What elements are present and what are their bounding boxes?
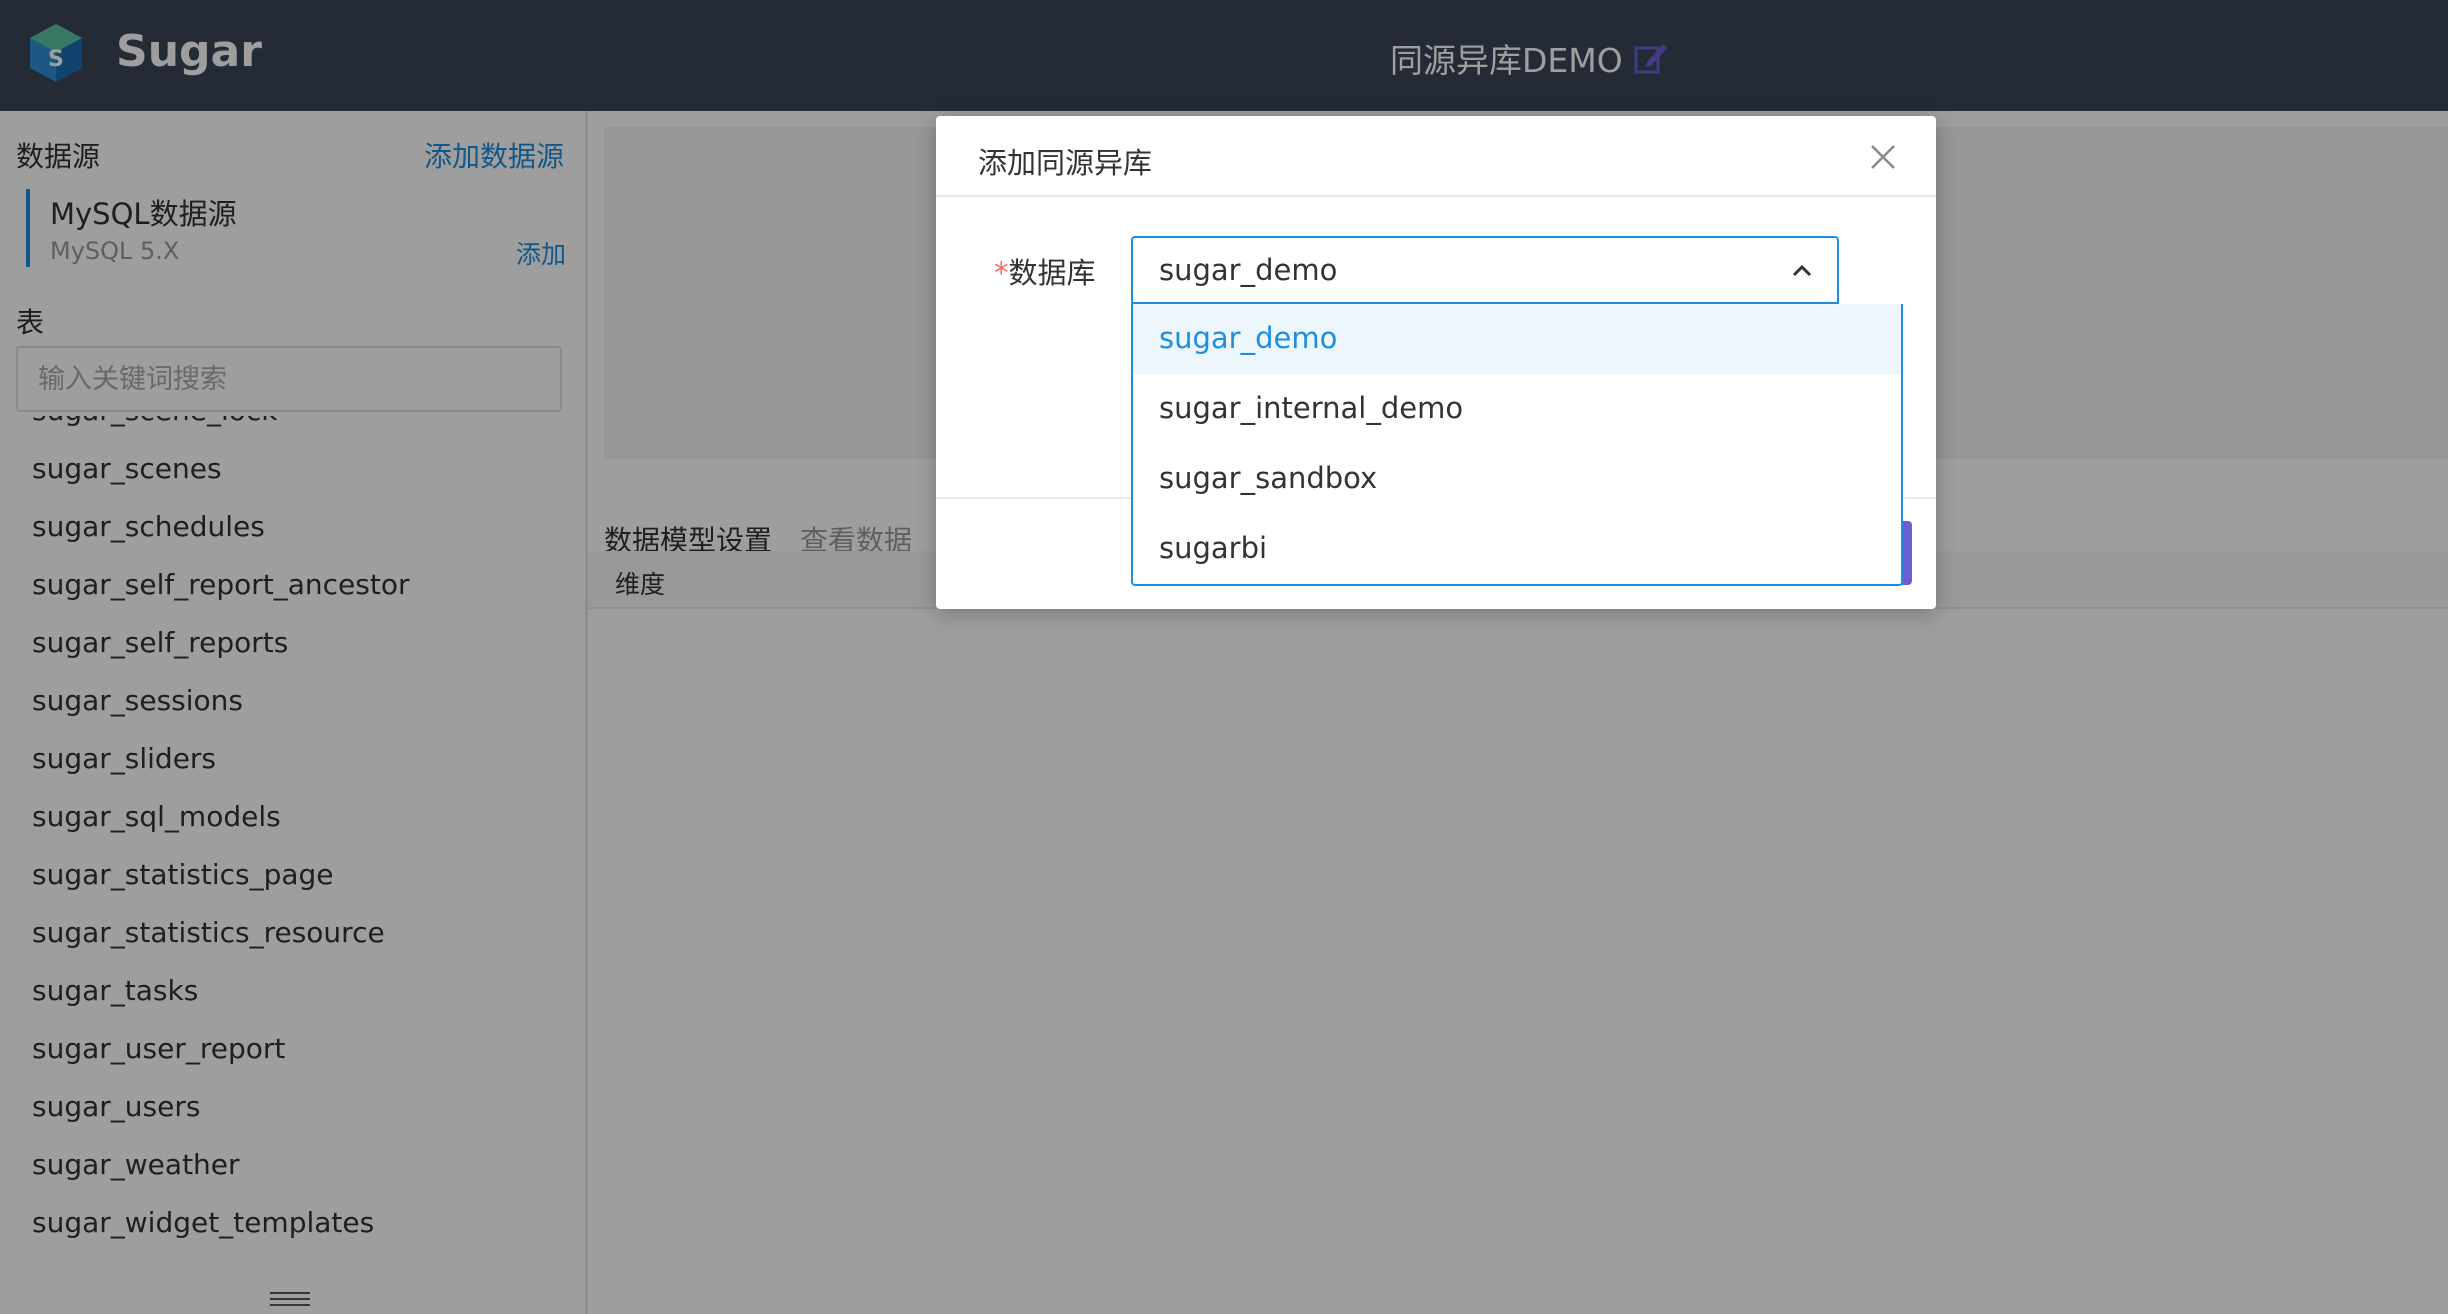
close-icon[interactable] <box>1866 140 1900 174</box>
dropdown-option[interactable]: sugar_sandbox <box>1133 444 1901 514</box>
database-field-label: *数据库 <box>994 250 1096 292</box>
dropdown-option-label: sugarbi <box>1159 531 1268 565</box>
database-select-value: sugar_demo <box>1159 253 1338 287</box>
dropdown-option[interactable]: sugar_internal_demo <box>1133 374 1901 444</box>
dialog-title: 添加同源异库 <box>978 146 1153 180</box>
required-mark: * <box>994 256 1009 290</box>
database-field-label-text: 数据库 <box>1008 256 1096 290</box>
chevron-up-icon <box>1792 264 1812 277</box>
dropdown-option-label: sugar_demo <box>1159 321 1338 355</box>
dropdown-option-label: sugar_sandbox <box>1159 461 1378 495</box>
dropdown-option-label: sugar_internal_demo <box>1159 391 1464 425</box>
dialog-header: 添加同源异库 <box>936 116 1936 197</box>
database-dropdown: sugar_demo sugar_internal_demo sugar_san… <box>1131 304 1903 586</box>
dropdown-option[interactable]: sugarbi <box>1133 514 1901 584</box>
dropdown-option[interactable]: sugar_demo <box>1133 304 1901 374</box>
database-select[interactable]: sugar_demo <box>1131 236 1839 304</box>
